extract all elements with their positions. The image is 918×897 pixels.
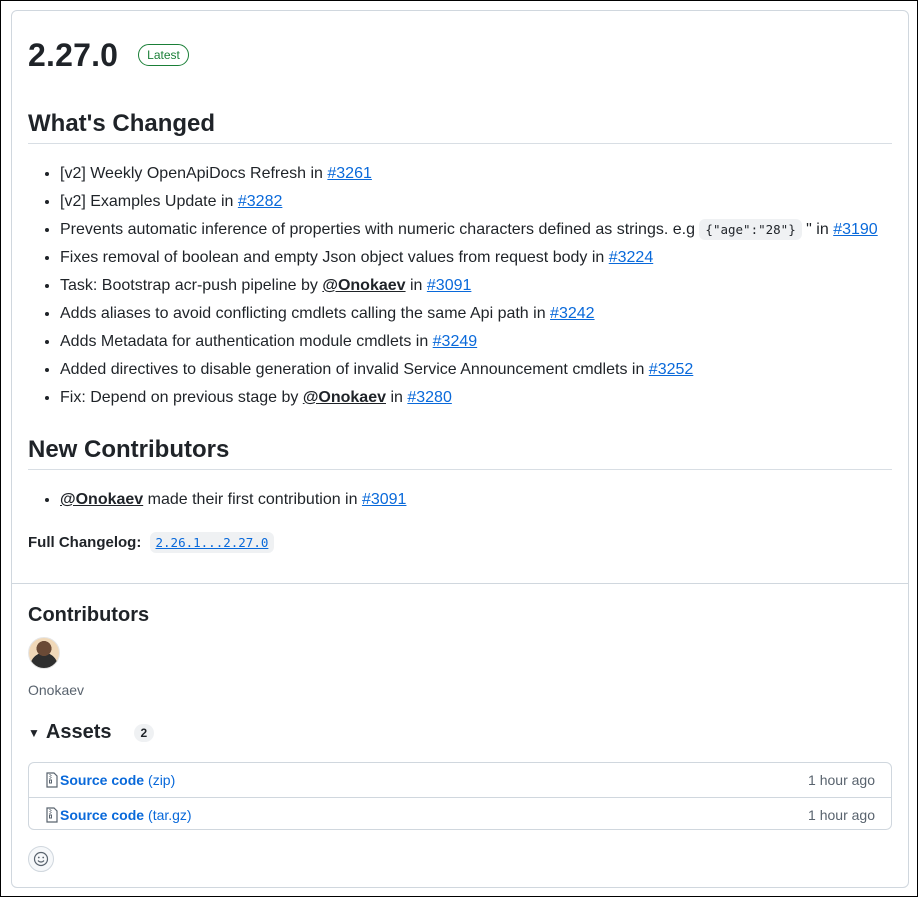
- asset-row: Source code (tar.gz) 1 hour ago: [29, 797, 891, 831]
- file-zip-icon: [46, 772, 58, 788]
- asset-ext: (tar.gz): [148, 806, 192, 823]
- user-mention[interactable]: @Onokaev: [60, 491, 143, 508]
- section-divider: [12, 583, 908, 584]
- list-item: Adds Metadata for authentication module …: [60, 328, 898, 356]
- add-reaction-button[interactable]: [28, 846, 54, 872]
- list-item: [v2] Examples Update in #3282: [60, 188, 898, 216]
- asset-ext: (zip): [148, 772, 176, 788]
- release-header: 2.27.0 Latest: [28, 35, 189, 75]
- item-text: Adds Metadata for authentication module …: [60, 333, 433, 350]
- changes-list: [v2] Weekly OpenApiDocs Refresh in #3261…: [28, 160, 898, 412]
- item-text: Fix: Depend on previous stage by: [60, 389, 303, 406]
- smiley-icon: [33, 851, 49, 867]
- new-contributors-list: @Onokaev made their first contribution i…: [28, 486, 898, 514]
- list-item: [v2] Weekly OpenApiDocs Refresh in #3261: [60, 160, 898, 188]
- item-text: Fixes removal of boolean and empty Json …: [60, 249, 609, 266]
- pr-link[interactable]: #3252: [649, 361, 694, 378]
- item-text: Prevents automatic inference of properti…: [60, 221, 700, 238]
- item-text: made their first contribution in: [143, 491, 362, 508]
- latest-badge: Latest: [138, 44, 189, 66]
- release-version[interactable]: 2.27.0: [28, 35, 118, 75]
- asset-time: 1 hour ago: [808, 772, 875, 788]
- asset-link[interactable]: Source code (zip): [45, 772, 175, 788]
- item-text: Added directives to disable generation o…: [60, 361, 649, 378]
- pr-link[interactable]: #3280: [407, 389, 452, 406]
- user-mention[interactable]: @Onokaev: [322, 277, 405, 294]
- full-changelog-colon: :: [136, 534, 142, 551]
- pr-link[interactable]: #3091: [362, 491, 407, 508]
- asset-name: Source code: [60, 772, 145, 788]
- list-item: Adds aliases to avoid conflicting cmdlet…: [60, 300, 898, 328]
- avatar[interactable]: [28, 637, 60, 669]
- release-card: 2.27.0 Latest What's Changed [v2] Weekly…: [11, 10, 909, 888]
- item-text: [v2] Examples Update in: [60, 193, 238, 210]
- full-changelog-label: Full Changelog: [28, 534, 137, 551]
- compare-link[interactable]: 2.26.1...2.27.0: [149, 532, 275, 553]
- assets-list: Source code (zip) 1 hour ago Source code…: [28, 762, 892, 830]
- full-changelog: Full Changelog: 2.26.1...2.27.0: [28, 531, 275, 555]
- assets-summary[interactable]: ▼ Assets 2: [28, 721, 155, 744]
- pr-link[interactable]: #3261: [327, 165, 372, 182]
- assets-heading: Assets: [45, 721, 112, 743]
- item-text: in: [405, 277, 427, 294]
- item-text: Adds aliases to avoid conflicting cmdlet…: [60, 305, 551, 322]
- list-item: Prevents automatic inference of properti…: [60, 216, 898, 244]
- contributors-heading: Contributors: [28, 604, 150, 626]
- file-zip-icon: [46, 806, 58, 823]
- pr-link[interactable]: #3282: [238, 193, 283, 210]
- new-contributors-heading: New Contributors: [28, 436, 892, 470]
- pr-link[interactable]: #3091: [427, 277, 472, 294]
- item-text: in: [386, 389, 408, 406]
- assets-count-badge: 2: [133, 723, 155, 742]
- pr-link[interactable]: #3190: [833, 221, 878, 238]
- inline-code: {"age":"28"}: [699, 219, 802, 240]
- pr-link[interactable]: #3249: [433, 333, 478, 350]
- asset-name: Source code: [60, 806, 145, 823]
- list-item: Task: Bootstrap acr-push pipeline by @On…: [60, 272, 898, 300]
- asset-row: Source code (zip) 1 hour ago: [29, 763, 891, 797]
- list-item: Fixes removal of boolean and empty Json …: [60, 244, 898, 272]
- item-text: Task: Bootstrap acr-push pipeline by: [60, 277, 323, 294]
- contributor-name[interactable]: Onokaev: [28, 682, 84, 698]
- item-text: " in: [801, 221, 834, 238]
- pr-link[interactable]: #3242: [550, 305, 595, 322]
- list-item: Added directives to disable generation o…: [60, 356, 898, 384]
- user-mention[interactable]: @Onokaev: [303, 389, 386, 406]
- list-item: Fix: Depend on previous stage by @Onokae…: [60, 384, 898, 412]
- asset-link[interactable]: Source code (tar.gz): [45, 807, 192, 823]
- asset-time: 1 hour ago: [808, 806, 875, 823]
- triangle-down-icon: ▼: [28, 725, 40, 740]
- pr-link[interactable]: #3224: [609, 249, 654, 266]
- whats-changed-heading: What's Changed: [28, 110, 892, 144]
- item-text: [v2] Weekly OpenApiDocs Refresh in: [60, 165, 328, 182]
- list-item: @Onokaev made their first contribution i…: [60, 486, 898, 514]
